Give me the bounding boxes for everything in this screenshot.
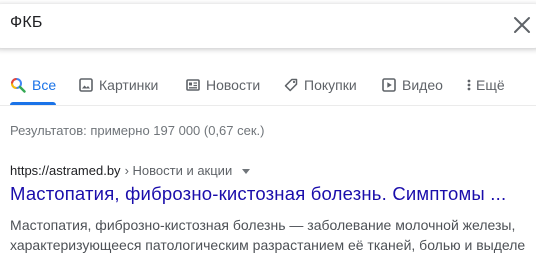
search-icon	[10, 77, 26, 93]
result-stats: Результатов: примерно 197 000 (0,67 сек.…	[10, 123, 265, 138]
snippet-line: Мастопатия, фиброзно-кистозная болезнь —…	[10, 217, 516, 233]
tag-icon	[284, 78, 298, 92]
tab-label: Ещё	[476, 77, 505, 93]
result-title-link[interactable]: Мастопатия, фиброзно-кистозная болезнь. …	[10, 183, 506, 205]
tab-label: Покупки	[304, 77, 357, 93]
tab-video[interactable]: Видео	[382, 77, 443, 93]
result-breadcrumb: › Новости и акции	[124, 163, 233, 178]
close-icon[interactable]	[511, 14, 533, 36]
result-domain: https://astramed.by	[10, 163, 121, 178]
tab-news[interactable]: Новости	[186, 77, 260, 93]
chevron-down-icon[interactable]	[242, 169, 251, 174]
more-vert-icon	[466, 78, 472, 92]
result-snippet: Мастопатия, фиброзно-кистозная болезнь —…	[10, 215, 525, 255]
image-icon	[79, 78, 93, 92]
snippet-line: характеризующееся патологическим разраст…	[10, 237, 526, 253]
tab-shopping[interactable]: Покупки	[284, 77, 357, 93]
search-tabs: Все Картинки Новости Покупки Видео Ещё	[0, 77, 536, 97]
video-icon	[382, 78, 396, 92]
news-icon	[186, 78, 200, 92]
search-result: https://astramed.by › Новости и акции Ма…	[10, 163, 536, 253]
search-input[interactable]: ФКБ	[10, 14, 43, 32]
tab-more[interactable]: Ещё	[466, 77, 505, 93]
tabs-divider	[0, 105, 536, 106]
search-bar[interactable]	[0, 4, 536, 48]
tab-label: Картинки	[99, 77, 159, 93]
tab-label: Все	[32, 77, 57, 93]
result-url: https://astramed.by › Новости и акции	[10, 163, 536, 178]
tab-all[interactable]: Все	[10, 77, 56, 93]
tab-label: Видео	[402, 77, 443, 93]
tab-label: Новости	[206, 77, 261, 93]
tab-images[interactable]: Картинки	[79, 77, 158, 93]
